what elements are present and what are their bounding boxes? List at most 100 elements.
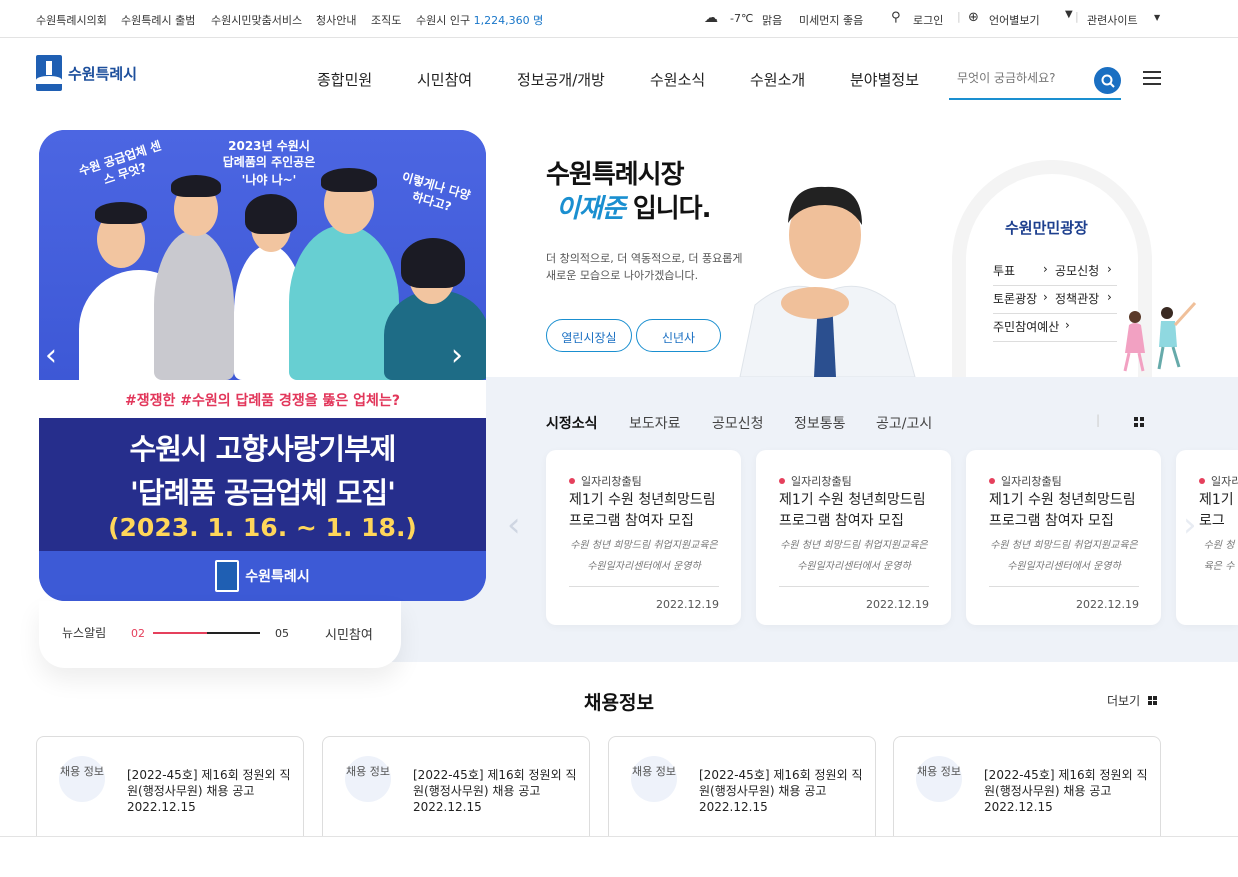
chevron-right-icon: › (1107, 290, 1112, 304)
search-icon (1101, 74, 1115, 88)
slide-progress-fill (153, 632, 207, 634)
menu-civil-service[interactable]: 종합민원 (317, 69, 372, 90)
banner-title-2: '답례품 공급업체 모집' (129, 476, 396, 510)
new-year-speech-button[interactable]: 신년사 (636, 319, 721, 352)
job-card[interactable]: 채용 정보 [2022-45호] 제16회 정원외 직원(행정사무원) 채용 공… (608, 736, 876, 846)
site-logo[interactable]: 수원특례시 (36, 55, 137, 91)
top-link-custom-service[interactable]: 수원시민맞춤서비스 (211, 12, 302, 28)
search-input[interactable] (957, 71, 1087, 85)
more-grid-icon[interactable] (1134, 417, 1144, 427)
divider (989, 586, 1139, 587)
mayor-heading-suffix: 입니다. (632, 194, 712, 224)
job-badge: 채용 정보 (345, 756, 391, 802)
menu-field-info[interactable]: 분야별정보 (850, 69, 919, 90)
job-title: [2022-45호] 제16회 정원외 직원(행정사무원) 채용 공고 2022.… (699, 767, 869, 815)
main-banner[interactable]: 수원 공급업체 센스 무엇? 2023년 수원시 답례품의 주인공은 '나야 나… (39, 130, 486, 601)
illustration-person (289, 225, 399, 380)
job-title-text: [2022-45호] 제16회 정원외 직원(행정사무원) 채용 공고 (413, 768, 577, 798)
user-icon: ⚲ (891, 10, 901, 25)
banner-title-1: 수원시 고향사랑기부제 (129, 432, 397, 466)
chevron-left-icon[interactable]: ‹ (45, 338, 57, 373)
plaza-row: 주민참여예산 › (993, 318, 1117, 342)
tab-contest[interactable]: 공모신청 (712, 413, 764, 433)
plaza-link-policy[interactable]: 정책관장 (1055, 290, 1099, 307)
logo-mark-icon (36, 55, 62, 91)
logo-text: 수원특례시 (68, 64, 138, 83)
chevron-left-icon[interactable]: ‹ (507, 505, 521, 545)
job-date: 2022.12.15 (413, 800, 482, 814)
menu-participation[interactable]: 시민참여 (417, 69, 472, 90)
language-select[interactable]: 언어별보기 (989, 12, 1040, 28)
jobs-section-title: 채용정보 (584, 692, 654, 714)
job-badge: 채용 정보 (631, 756, 677, 802)
tab-citizen-participation[interactable]: 시민참여 (325, 624, 373, 643)
related-sites-select[interactable]: 관련사이트 (1087, 12, 1138, 28)
mayor-description: 더 창의적으로, 더 역동적으로, 더 풍요롭게 새로운 모습으로 나아가겠습니… (546, 252, 743, 282)
news-card[interactable]: 일자리창출팀 제1기 수원 청년희망드림 프로그램 참여자 모집 수원 청년 희… (756, 450, 951, 625)
chevron-right-icon[interactable]: › (1183, 505, 1197, 545)
jobs-more-link[interactable]: 더보기 (1107, 692, 1158, 709)
population-info: 수원시 인구 1,224,360 명 (416, 12, 543, 28)
top-link-org-chart[interactable]: 조직도 (371, 12, 401, 28)
tab-press[interactable]: 보도자료 (629, 413, 681, 433)
news-card-title: 제1기 수원 청년희망드림 프로그램 참여자 모집 (569, 492, 716, 529)
news-card-date: 2022.12.19 (866, 598, 929, 611)
menu-about[interactable]: 수원소개 (750, 69, 805, 90)
tab-news-alert[interactable]: 뉴스알림 (62, 624, 106, 641)
news-card-title: 제1기 수원 청년희망드림 프로그램 참여자 모집 (779, 492, 926, 529)
plaza-link-budget[interactable]: 주민참여예산 (993, 320, 1059, 334)
job-date: 2022.12.15 (699, 800, 768, 814)
news-card-date: 2022.12.19 (656, 598, 719, 611)
job-badge: 채용 정보 (59, 756, 105, 802)
banner-bubble-center-3: '나야 나~' (241, 173, 297, 187)
plaza-row: 토론광장 › 정책관장 › (993, 290, 1117, 314)
divider: | (1096, 413, 1101, 427)
chevron-down-icon: ▼ (1065, 9, 1073, 20)
plaza-link-vote[interactable]: 투표 (993, 264, 1015, 278)
tab-notice[interactable]: 공고/고시 (876, 413, 932, 433)
logo-mark-icon (215, 560, 240, 592)
news-card-desc: 수원 청년 희망드림 취업지원교육은 수원일자리센터에서 운영하 (570, 540, 718, 572)
fine-dust-status: 미세먼지 좋음 (799, 14, 864, 27)
top-link-office-guide[interactable]: 청사안내 (316, 12, 356, 28)
illustration-person (154, 230, 234, 380)
top-link-council[interactable]: 수원특례시의회 (36, 12, 107, 28)
chevron-right-icon: › (1043, 262, 1048, 276)
illustration-hair (95, 202, 147, 224)
news-card-title: 제1기 수원 청년희망드림 프로그램 참여자 모집 (989, 492, 1136, 529)
main-header: 수원특례시 종합민원 시민참여 정보공개/개방 수원소식 수원소개 분야별정보 (0, 38, 1238, 124)
plaza-link-contest[interactable]: 공모신청 (1055, 262, 1099, 279)
mayor-section: 수원특례시장 이재준 입니다. 더 창의적으로, 더 역동적으로, 더 풍요롭게… (546, 158, 746, 284)
job-card[interactable]: 채용 정보 [2022-45호] 제16회 정원외 직원(행정사무원) 채용 공… (36, 736, 304, 846)
plaza-link-debate[interactable]: 토론광장 (993, 292, 1037, 306)
plaza-title: 수원만민광장 (1005, 219, 1088, 237)
chevron-right-icon: › (1043, 290, 1048, 304)
divider: | (1075, 10, 1079, 23)
grid-icon (1148, 696, 1158, 705)
top-link-launch[interactable]: 수원특례시 출범 (121, 12, 195, 28)
news-card-category: 일자리창출팀 (989, 473, 1062, 489)
login-link[interactable]: 로그인 (913, 12, 943, 28)
job-card[interactable]: 채용 정보 [2022-45호] 제16회 정원외 직원(행정사무원) 채용 공… (893, 736, 1161, 846)
hamburger-menu-icon[interactable] (1143, 71, 1161, 85)
job-badge: 채용 정보 (916, 756, 962, 802)
news-card[interactable]: 일자리창출팀 제1기 수원 청년희망드림 프로그램 참여자 모집 수원 청년 희… (546, 450, 741, 625)
chevron-right-icon[interactable]: › (451, 338, 463, 373)
job-title-text: [2022-45호] 제16회 정원외 직원(행정사무원) 채용 공고 (699, 768, 863, 798)
search-box (949, 63, 1121, 100)
job-card[interactable]: 채용 정보 [2022-45호] 제16회 정원외 직원(행정사무원) 채용 공… (322, 736, 590, 846)
news-card[interactable]: 일자리창출팀 제1기 수원 청년희망드림 프로그램 참여자 모집 수원 청년 희… (966, 450, 1161, 625)
illustration-hair (245, 194, 297, 234)
open-mayor-office-button[interactable]: 열린시장실 (546, 319, 632, 352)
job-title: [2022-45호] 제16회 정원외 직원(행정사무원) 채용 공고 2022.… (413, 767, 583, 815)
tab-city-news[interactable]: 시정소식 (546, 413, 598, 433)
job-title-text: [2022-45호] 제16회 정원외 직원(행정사무원) 채용 공고 (127, 768, 291, 798)
news-card-category: 일자리창출팀 (569, 473, 642, 489)
menu-news[interactable]: 수원소식 (650, 69, 705, 90)
divider (779, 586, 929, 587)
menu-open-info[interactable]: 정보공개/개방 (517, 69, 605, 90)
search-button[interactable] (1094, 67, 1121, 94)
tab-info[interactable]: 정보통통 (794, 413, 846, 433)
slide-progress (153, 632, 260, 634)
page-bottom (0, 836, 1238, 877)
